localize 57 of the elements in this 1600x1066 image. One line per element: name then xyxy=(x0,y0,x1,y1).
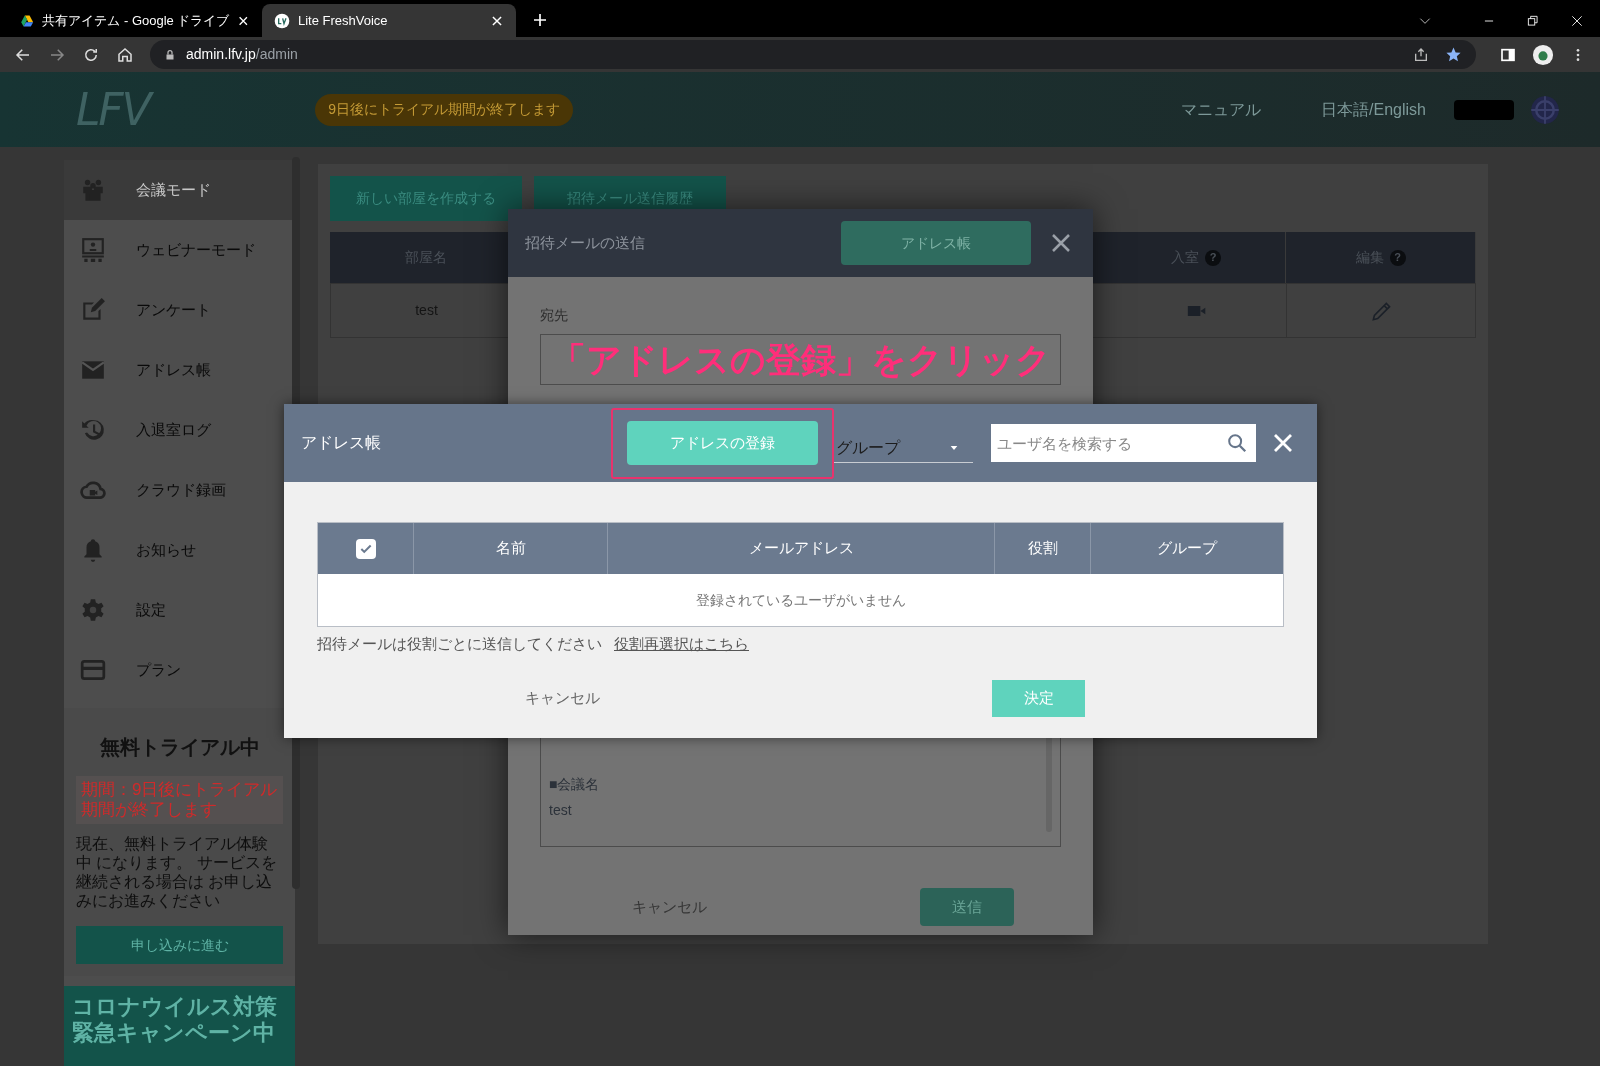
register-address-button[interactable]: アドレスの登録 xyxy=(627,421,818,465)
cancel-button[interactable]: キャンセル xyxy=(632,895,707,919)
annotation-text: 「アドレスの登録」をクリック xyxy=(550,338,1051,381)
send-button[interactable]: 送信 xyxy=(920,888,1014,926)
header-link[interactable]: 日本語/English xyxy=(1321,97,1426,122)
group-dropdown[interactable]: グループ xyxy=(834,433,973,463)
sidebar-item[interactable]: 会議モード xyxy=(64,160,295,220)
dialog-title: アドレス帳 xyxy=(301,433,382,453)
empty-message: 登録されているユーザがいません xyxy=(695,590,906,610)
campaign-banner[interactable]: コロナウイルス対策緊急キャンペーン中 xyxy=(64,986,295,1066)
note-text: 招待メールは役割ごとに送信してください xyxy=(317,634,602,654)
star-icon[interactable] xyxy=(1445,46,1462,63)
column-header: 役割 xyxy=(1027,538,1058,559)
help-icon[interactable]: ? xyxy=(1389,249,1406,266)
share-icon[interactable] xyxy=(1413,46,1429,63)
edit-icon xyxy=(80,297,106,323)
credit-card-icon xyxy=(80,657,106,683)
circle-logo-icon xyxy=(274,12,290,29)
message-text: test xyxy=(549,801,573,820)
close-icon[interactable] xyxy=(490,13,504,28)
help-icon[interactable]: ? xyxy=(1205,249,1221,266)
plus-icon[interactable] xyxy=(532,12,548,28)
recipient-field[interactable]: 「アドレスの登録」をクリック xyxy=(540,334,1061,385)
url-text: admin.lfv.jp/admin xyxy=(186,45,298,64)
tab-title: Lite FreshVoice xyxy=(298,11,389,30)
close-icon[interactable] xyxy=(1570,13,1584,28)
trial-period-notice: 期間：9日後にトライアル期間が終了します xyxy=(76,776,283,824)
column-header: グループ xyxy=(1157,538,1217,559)
history-icon xyxy=(80,417,106,443)
browser-tab[interactable]: Lite FreshVoice xyxy=(262,4,516,37)
address-book-button[interactable]: アドレス帳 xyxy=(841,221,1031,265)
tab-title: 共有アイテム - Google ドライブ xyxy=(42,11,230,30)
people-icon xyxy=(80,177,106,203)
column-header: メールアドレス xyxy=(748,538,854,559)
profile-avatar-icon[interactable] xyxy=(1532,43,1554,66)
confirm-button[interactable]: 決定 xyxy=(992,679,1085,717)
settings-icon xyxy=(80,597,106,623)
presenter-screen-icon xyxy=(80,237,106,263)
column-header: 名前 xyxy=(495,538,526,559)
trial-notice-badge: 9日後にトライアル期間が終了します xyxy=(315,93,574,126)
trial-title: 無料トライアル中 xyxy=(98,735,261,760)
message-heading: ■会議名 xyxy=(549,775,601,794)
search-field[interactable]: ユーザ名を検索する xyxy=(991,424,1256,462)
field-label: 宛先 xyxy=(540,306,569,325)
home-icon[interactable] xyxy=(116,45,134,64)
reselect-link[interactable]: 役割再選択はこちら xyxy=(614,633,749,656)
address-bar[interactable]: admin.lfv.jp/admin xyxy=(150,40,1476,69)
campaign-title: コロナウイルス対策緊急キャンペーン中 xyxy=(72,994,278,1046)
apply-button[interactable]: 申し込みに進む xyxy=(76,926,283,964)
restore-icon[interactable] xyxy=(1526,13,1540,28)
header-link[interactable]: マニュアル xyxy=(1181,97,1262,122)
search-icon xyxy=(1226,432,1248,454)
side-panel-icon[interactable] xyxy=(1500,46,1516,63)
caret-down-icon xyxy=(949,443,959,452)
select-all-checkbox[interactable] xyxy=(355,538,376,559)
dialog-title: 招待メールの送信 xyxy=(525,232,646,253)
lock-icon xyxy=(164,48,176,61)
